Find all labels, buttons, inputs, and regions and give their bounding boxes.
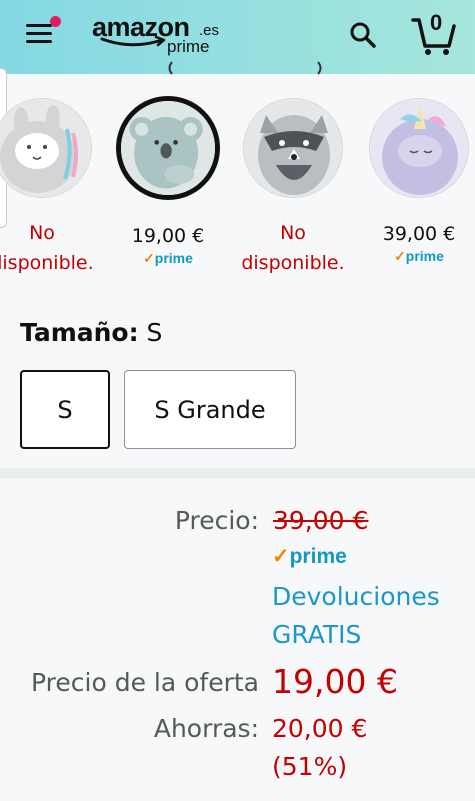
- prime-badge: ✓prime: [272, 545, 347, 568]
- list-price: 39,00 €: [273, 506, 369, 535]
- size-label: Tamaño: S: [20, 318, 162, 347]
- cropped-text-fragment: [168, 61, 322, 75]
- search-icon[interactable]: [348, 20, 378, 50]
- raccoon-backpack-image: [243, 98, 343, 198]
- size-selected-value: S: [146, 318, 163, 347]
- list-price-label: Precio:: [174, 506, 259, 535]
- price-block: Precio: 39,00 € ✓prime Devoluciones GRAT…: [0, 478, 475, 801]
- size-option-s-grande[interactable]: S Grande: [124, 370, 296, 449]
- prime-badge: ✓prime: [394, 248, 444, 264]
- koala-backpack-image: [116, 96, 220, 200]
- cart-count: 0: [430, 10, 443, 35]
- savings-amount: 20,00 €: [272, 714, 368, 743]
- smile-arrow-icon: [100, 36, 166, 47]
- free-returns-link-line2[interactable]: GRATIS: [272, 620, 361, 649]
- logo-prime: prime: [167, 37, 210, 56]
- style-swatches: No disponible. 19,00 € ✓prime No disponi…: [0, 96, 475, 298]
- savings-label: Ahorras:: [153, 714, 259, 743]
- swatch-availability: No disponible.: [0, 222, 94, 274]
- unicorn-backpack-image: [369, 98, 469, 198]
- notification-dot: [50, 16, 61, 27]
- swatch-price: 19,00 €: [131, 225, 205, 247]
- swatch-llama[interactable]: No disponible.: [0, 98, 97, 278]
- amazon-prime-logo[interactable]: amazon .es prime: [92, 12, 222, 60]
- free-returns-link-line1[interactable]: Devoluciones: [272, 582, 440, 611]
- section-divider: [0, 468, 475, 478]
- prime-check-icon: ✓: [272, 545, 290, 568]
- swatch-availability: No disponible.: [241, 222, 345, 274]
- hamburger-menu-icon[interactable]: [26, 16, 61, 44]
- swatch-unicorn[interactable]: 39,00 € ✓prime: [364, 98, 474, 265]
- swatch-koala[interactable]: 19,00 € ✓prime: [113, 96, 223, 267]
- llama-backpack-image: [0, 98, 92, 198]
- savings-percent: (51%): [272, 752, 348, 781]
- deal-price: 19,00 €: [272, 662, 398, 701]
- size-label-title: Tamaño:: [20, 318, 139, 347]
- deal-price-label: Precio de la oferta: [31, 668, 259, 697]
- swatch-price: 39,00 €: [382, 223, 456, 245]
- size-option-s[interactable]: S: [20, 370, 110, 449]
- swatch-raccoon[interactable]: No disponible.: [238, 98, 348, 278]
- prime-badge: ✓prime: [143, 250, 193, 266]
